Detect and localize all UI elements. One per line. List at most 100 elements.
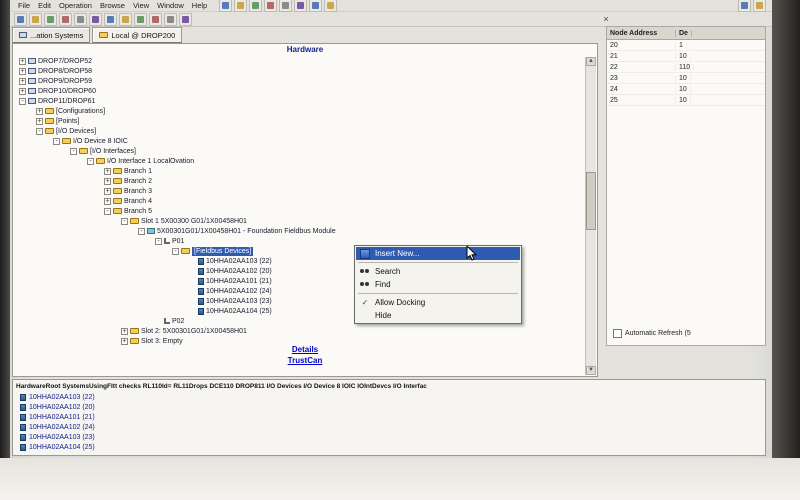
tree-item-label: [I/O Devices]: [56, 127, 96, 136]
output-item[interactable]: 10HHA02AA102 (20): [16, 402, 762, 412]
tree-item[interactable]: +Branch 3: [13, 186, 597, 196]
auto-refresh-checkbox[interactable]: [613, 329, 622, 338]
paste-icon[interactable]: [309, 0, 322, 12]
tree-scrollbar[interactable]: ▲ ▼: [585, 57, 596, 375]
menu-operation[interactable]: Operation: [55, 1, 96, 10]
delete-icon[interactable]: [324, 0, 337, 12]
output-item[interactable]: 10HHA02AA102 (24): [16, 422, 762, 432]
tree-item[interactable]: +DROP10/DROP60: [13, 86, 597, 96]
table-row[interactable]: 201: [607, 40, 765, 51]
users-icon[interactable]: [753, 0, 766, 12]
filter-icon[interactable]: [89, 13, 102, 26]
tree-item[interactable]: +Slot 2: 5X00301G01/1X00458H01: [13, 326, 597, 336]
copy-icon[interactable]: [294, 0, 307, 12]
tree-item-label: Branch 4: [124, 197, 152, 206]
menu-item-spacer: [360, 311, 370, 320]
context-menu-item-search[interactable]: Search: [356, 265, 520, 278]
cut-icon[interactable]: [279, 0, 292, 12]
tree-item[interactable]: -I/O Interface 1 LocalOvation: [13, 156, 597, 166]
output-item[interactable]: 10HHA02AA101 (21): [16, 412, 762, 422]
menu-help[interactable]: Help: [188, 1, 211, 10]
export-icon[interactable]: [164, 13, 177, 26]
tree-item[interactable]: +DROP7/DROP52: [13, 56, 597, 66]
bottom-list: 10HHA02AA103 (22)10HHA02AA102 (20)10HHA0…: [16, 392, 762, 452]
view-list-icon[interactable]: [104, 13, 117, 26]
output-item[interactable]: 10HHA02AA104 (25): [16, 442, 762, 452]
menu-edit[interactable]: Edit: [34, 1, 55, 10]
up-level-icon[interactable]: [44, 13, 57, 26]
panel-close-icon[interactable]: ×: [600, 14, 612, 24]
import-icon[interactable]: [149, 13, 162, 26]
tree-item[interactable]: +Branch 4: [13, 196, 597, 206]
tree-item-label: Branch 3: [124, 187, 152, 196]
output-item[interactable]: 10HHA02AA103 (22): [16, 392, 762, 402]
menu-view[interactable]: View: [129, 1, 153, 10]
tree-item[interactable]: -5X00301G01/1X00458H01 - Foundation Fiel…: [13, 226, 597, 236]
collapse-icon: -: [70, 148, 77, 155]
tree-item[interactable]: -[I/O Devices]: [13, 126, 597, 136]
tree-item-label: 10HHA02AA101 (21): [206, 277, 272, 286]
scroll-up-icon[interactable]: ▲: [586, 57, 596, 66]
table-row[interactable]: 2410: [607, 84, 765, 95]
link-details[interactable]: Details: [13, 344, 597, 355]
insert-icon: [360, 249, 370, 259]
forward-icon[interactable]: [29, 13, 42, 26]
menu-window[interactable]: Window: [153, 1, 188, 10]
tree-item[interactable]: +[Configurations]: [13, 106, 597, 116]
photo-background: [0, 458, 800, 500]
node-table-head: Node AddressDe: [607, 27, 765, 40]
output-item[interactable]: 10HHA02AA103 (23): [16, 432, 762, 442]
expand-icon: +: [104, 168, 111, 175]
menubar-items: FileEditOperationBrowseViewWindowHelp: [14, 1, 211, 10]
folder-icon: [79, 148, 88, 154]
table-row[interactable]: 2110: [607, 51, 765, 62]
tree-item[interactable]: +[Points]: [13, 116, 597, 126]
context-menu-item-allow-docking[interactable]: ✓Allow Docking: [356, 296, 520, 309]
collapse-icon: -: [155, 238, 162, 245]
context-menu-item-find[interactable]: Find: [356, 278, 520, 291]
tree-item[interactable]: +DROP9/DROP59: [13, 76, 597, 86]
link-trustcan[interactable]: TrustCan: [13, 355, 597, 366]
table-cell: 23: [607, 75, 676, 82]
tree-item[interactable]: -Slot 1 5X00300 G01/1X00458H01: [13, 216, 597, 226]
tree-item[interactable]: +Branch 1: [13, 166, 597, 176]
scroll-down-icon[interactable]: ▼: [586, 366, 596, 375]
save-icon[interactable]: [249, 0, 262, 12]
collapse-icon: -: [172, 248, 179, 255]
new-file-icon[interactable]: [219, 0, 232, 12]
expand-icon: +: [19, 58, 26, 65]
open-icon[interactable]: [234, 0, 247, 12]
tab-label: ...ation Systems: [30, 31, 83, 40]
back-icon[interactable]: [14, 13, 27, 26]
tree-item[interactable]: +Branch 2: [13, 176, 597, 186]
table-cell: 20: [607, 42, 676, 49]
scrollbar-thumb[interactable]: [586, 172, 596, 230]
tree-item-label: I/O Interface 1 LocalOvation: [107, 157, 194, 166]
table-row[interactable]: 22110: [607, 62, 765, 73]
tree-item[interactable]: -DROP11/DROP61: [13, 96, 597, 106]
print-icon[interactable]: [264, 0, 277, 12]
expand-icon: +: [36, 108, 43, 115]
refresh-icon[interactable]: [59, 13, 72, 26]
context-menu-item-insert-new[interactable]: Insert New...: [356, 247, 520, 260]
drop-icon: [28, 58, 36, 64]
properties-icon[interactable]: [134, 13, 147, 26]
tree-item[interactable]: -[I/O Interfaces]: [13, 146, 597, 156]
expand-icon: +: [19, 88, 26, 95]
search-icon[interactable]: [74, 13, 87, 26]
tree-item[interactable]: +DROP8/DROP58: [13, 66, 597, 76]
menu-file[interactable]: File: [14, 1, 34, 10]
tree-item[interactable]: -Branch 5: [13, 206, 597, 216]
tree-item[interactable]: -I/O Device 8 IOIC: [13, 136, 597, 146]
menu-browse[interactable]: Browse: [96, 1, 129, 10]
tab-operation-systems[interactable]: ...ation Systems: [12, 27, 90, 43]
table-row[interactable]: 2510: [607, 95, 765, 106]
context-menu-item-hide[interactable]: Hide: [356, 309, 520, 322]
tree-item-label: Slot 2: 5X00301G01/1X00458H01: [141, 327, 247, 336]
help-icon[interactable]: [179, 13, 192, 26]
folder-icon: [45, 128, 54, 134]
table-row[interactable]: 2310: [607, 73, 765, 84]
camera-icon[interactable]: [738, 0, 751, 12]
tab-local-drop200[interactable]: Local @ DROP200: [92, 27, 182, 43]
view-tree-icon[interactable]: [119, 13, 132, 26]
